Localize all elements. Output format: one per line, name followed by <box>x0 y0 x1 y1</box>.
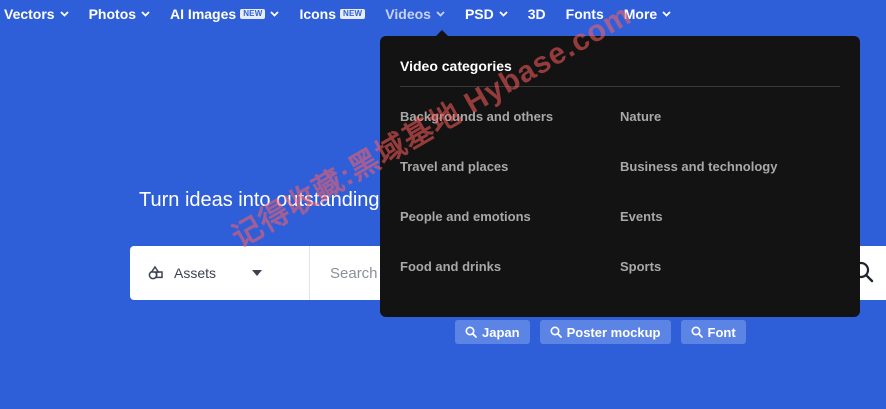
tag-label: Japan <box>482 324 520 340</box>
search-icon <box>690 326 703 338</box>
nav-item-3d[interactable]: 3D <box>528 6 546 22</box>
nav-item-psd[interactable]: PSD <box>465 6 508 22</box>
assets-icon <box>148 265 164 281</box>
nav-label: AI Images <box>170 6 237 22</box>
category-sports[interactable]: Sports <box>620 259 840 275</box>
category-food-and-drinks[interactable]: Food and drinks <box>400 259 620 275</box>
nav-item-ai-images[interactable]: AI Images NEW <box>170 6 280 22</box>
nav-label: 3D <box>527 6 546 22</box>
category-people-and-emotions[interactable]: People and emotions <box>400 209 620 225</box>
nav-label: Fonts <box>565 6 604 22</box>
suggestion-tags: Japan Poster mockup Font <box>455 320 746 344</box>
category-nature[interactable]: Nature <box>620 109 840 125</box>
tag-japan[interactable]: Japan <box>455 320 530 344</box>
tag-label: Poster mockup <box>566 324 661 340</box>
top-nav: Vectors Photos AI Images NEW Icons NEW V… <box>0 0 886 28</box>
category-business-and-technology[interactable]: Business and technology <box>620 159 840 175</box>
asset-type-select[interactable]: Assets <box>130 246 310 300</box>
caret-down-icon <box>252 270 263 276</box>
category-events[interactable]: Events <box>620 209 840 225</box>
chevron-down-icon <box>59 11 69 17</box>
category-travel-and-places[interactable]: Travel and places <box>400 159 620 175</box>
tag-poster-mockup[interactable]: Poster mockup <box>539 320 671 344</box>
category-backgrounds-and-others[interactable]: Backgrounds and others <box>400 109 620 125</box>
chevron-down-icon <box>436 11 445 17</box>
new-badge: NEW <box>240 9 266 19</box>
nav-label: Photos <box>88 6 137 22</box>
category-grid: Backgrounds and others Nature Travel and… <box>400 109 840 275</box>
nav-item-videos[interactable]: Videos <box>385 6 445 22</box>
nav-label: PSD <box>464 6 494 22</box>
nav-item-vectors[interactable]: Vectors <box>4 6 69 22</box>
search-icon <box>550 326 562 338</box>
nav-label: Vectors <box>4 6 55 22</box>
nav-item-icons[interactable]: Icons NEW <box>299 6 366 22</box>
nav-label: More <box>623 6 658 22</box>
chevron-down-icon <box>270 11 280 17</box>
chevron-down-icon <box>499 11 508 17</box>
dropdown-divider <box>400 86 840 87</box>
asset-type-label: Assets <box>174 265 217 281</box>
nav-label: Videos <box>385 6 431 22</box>
search-icon <box>465 326 477 338</box>
nav-item-fonts[interactable]: Fonts <box>566 6 604 22</box>
tag-label: Font <box>707 324 736 340</box>
nav-label: Icons <box>299 6 337 22</box>
video-categories-dropdown: Video categories Backgrounds and others … <box>380 30 860 317</box>
chevron-down-icon <box>662 11 671 17</box>
nav-item-more[interactable]: More <box>624 6 671 22</box>
tag-font[interactable]: Font <box>680 320 746 344</box>
new-badge: NEW <box>340 9 366 19</box>
chevron-down-icon <box>141 11 150 17</box>
nav-item-photos[interactable]: Photos <box>89 6 150 22</box>
dropdown-title: Video categories <box>400 58 512 74</box>
